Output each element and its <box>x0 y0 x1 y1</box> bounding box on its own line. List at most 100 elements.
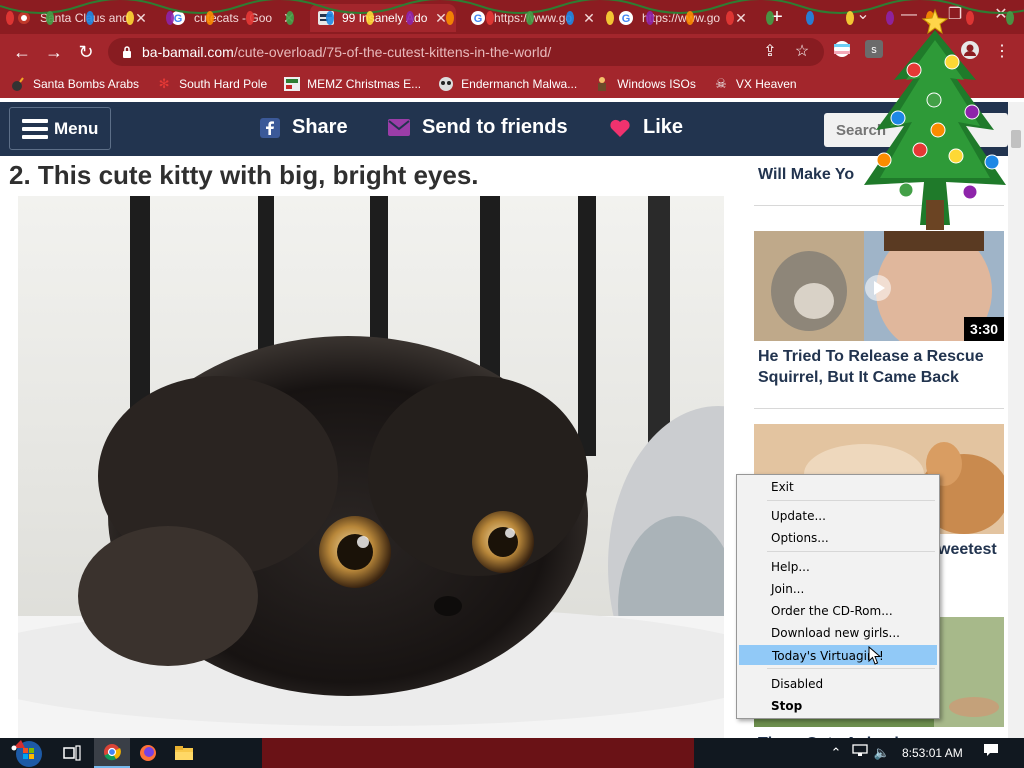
tab-title: Santa Claus and <box>40 11 128 25</box>
windows-start-orb-icon <box>11 740 42 767</box>
bookmark-vx-heaven[interactable]: ☠ VX Heaven <box>713 76 797 92</box>
article-heading: 2. This cute kitty with big, bright eyes… <box>9 160 479 190</box>
tab-google-2[interactable]: G https://www.go ✕ <box>610 4 756 32</box>
send-to-friends-button[interactable]: Send to friends <box>388 116 568 139</box>
menu-separator <box>767 551 935 552</box>
bookmark-south-hard-pole[interactable]: ✻ South Hard Pole <box>156 76 268 92</box>
site-favicon <box>318 10 334 26</box>
google-icon: G <box>618 10 634 26</box>
address-bar[interactable]: ba-bamail.com/cute-overload/75-of-the-cu… <box>108 38 824 66</box>
hamburger-icon <box>22 118 48 139</box>
profile-avatar-icon[interactable] <box>958 40 982 64</box>
bookmark-label: South Hard Pole <box>179 77 268 91</box>
minimize-button[interactable]: — <box>886 0 932 30</box>
svg-text:G: G <box>174 13 183 25</box>
sidebar-title-fragment[interactable]: weetest <box>938 539 997 560</box>
site-menu-button[interactable]: Menu <box>9 107 111 150</box>
chrome-taskbar-icon[interactable] <box>94 738 130 768</box>
bookmark-endermanch[interactable]: Endermanch Malwa... <box>438 76 577 92</box>
video-title-line1[interactable]: He Tried To Release a Rescue <box>758 346 984 367</box>
taskbar-clock[interactable]: 8:53:01 AM <box>902 738 963 768</box>
virtuagirl-context-menu: Exit Update... Options... Help... Join..… <box>736 474 940 719</box>
close-icon[interactable]: ✕ <box>282 10 296 27</box>
bookmarks-bar: Santa Bombs Arabs ✻ South Hard Pole MEMZ … <box>0 70 1024 98</box>
bookmark-windows-isos[interactable]: Windows ISOs <box>594 76 696 92</box>
facebook-icon <box>260 117 280 138</box>
share-button[interactable]: Share <box>260 116 348 139</box>
extension-flag-icon[interactable] <box>830 40 854 64</box>
tab-active-kittens[interactable]: 99 Insanely Ado ✕ <box>310 4 456 32</box>
file-explorer-icon[interactable] <box>166 738 202 768</box>
menu-item-stop[interactable]: Stop <box>739 696 937 716</box>
menu-item-disabled[interactable]: Disabled <box>739 674 937 694</box>
kitten-photo <box>18 196 724 738</box>
light-bulb <box>806 11 814 25</box>
close-icon[interactable]: ✕ <box>582 10 596 27</box>
close-icon[interactable]: ✕ <box>434 10 448 27</box>
close-window-button[interactable]: ✕ <box>978 0 1024 30</box>
tab-title: cutecats - Goo <box>194 11 273 25</box>
network-icon[interactable] <box>850 738 870 768</box>
video-duration: 3:30 <box>963 317 1004 341</box>
sidebar-video-thumbnail[interactable]: 3:30 <box>754 231 1004 341</box>
bomb-icon <box>10 76 26 92</box>
menu-item-join[interactable]: Join... <box>739 579 937 599</box>
close-icon[interactable]: ✕ <box>134 10 148 27</box>
menu-item-order-cd[interactable]: Order the CD-Rom... <box>739 601 937 621</box>
ornament-ball <box>962 184 978 200</box>
menu-item-exit[interactable]: Exit <box>739 477 937 497</box>
new-tab-button[interactable]: + <box>766 6 788 28</box>
browser-tab-strip: Santa Claus and ✕ G cutecats - Goo ✕ 99 … <box>0 0 1024 34</box>
menu-item-options[interactable]: Options... <box>739 528 937 548</box>
browser-menu-icon[interactable]: ⋮ <box>990 40 1014 64</box>
firefox-taskbar-icon[interactable] <box>130 738 166 768</box>
tab-search-chevron-icon[interactable]: ⌄ <box>840 0 886 30</box>
memz-icon <box>284 76 301 92</box>
envelope-icon <box>388 119 410 136</box>
taskbar-background-strip <box>262 738 694 768</box>
tab-cutecats[interactable]: G cutecats - Goo ✕ <box>162 4 304 32</box>
task-view-icon[interactable] <box>54 738 90 768</box>
back-button[interactable]: ← <box>8 38 36 66</box>
maximize-button[interactable]: ❐ <box>932 0 978 30</box>
svg-text:G: G <box>474 13 483 25</box>
sidebar-article-title[interactable]: Will Make Yo <box>758 164 854 185</box>
page-scrollbar[interactable] <box>1008 102 1024 738</box>
sidebar-divider <box>754 408 1004 409</box>
menu-item-todays-virtuagirl[interactable]: Today's Virtuagirl ! <box>739 645 937 665</box>
lock-icon <box>122 45 132 59</box>
close-icon[interactable]: ✕ <box>734 10 748 27</box>
svg-text:s: s <box>871 44 877 56</box>
like-button[interactable]: Like <box>609 116 683 139</box>
site-search-input[interactable] <box>824 113 1008 147</box>
panda-icon <box>438 76 454 92</box>
google-icon: G <box>170 10 186 26</box>
menu-item-help[interactable]: Help... <box>739 557 937 577</box>
video-title-line2[interactable]: Squirrel, But It Came Back <box>758 367 959 388</box>
menu-item-update[interactable]: Update... <box>739 506 937 526</box>
start-button[interactable] <box>6 738 46 768</box>
send-label: Send to friends <box>422 116 568 138</box>
bookmark-star-icon[interactable]: ☆ <box>790 40 814 64</box>
bookmark-label: Endermanch Malwa... <box>461 77 578 91</box>
menu-separator <box>767 500 935 501</box>
reload-button[interactable]: ↻ <box>72 38 100 66</box>
tab-santa-claus[interactable]: Santa Claus and ✕ <box>8 4 156 32</box>
windows-taskbar: ⌃ 🔈 8:53:01 AM <box>0 738 1024 768</box>
bookmark-label: VX Heaven <box>735 77 797 91</box>
heart-icon <box>610 119 630 137</box>
scrollbar-thumb[interactable] <box>1011 130 1021 148</box>
bookmark-memz[interactable]: MEMZ Christmas E... <box>284 76 421 92</box>
bookmark-santa-bombs[interactable]: Santa Bombs Arabs <box>10 76 139 92</box>
extension-s-icon[interactable]: s <box>862 40 886 64</box>
figure-icon <box>594 76 610 92</box>
snowflake-icon: ✻ <box>158 76 170 91</box>
share-page-icon[interactable]: ⇪ <box>758 40 782 64</box>
bookmark-label: Santa Bombs Arabs <box>33 77 140 91</box>
tab-google-1[interactable]: G https://www.go ✕ <box>462 4 604 32</box>
menu-item-download[interactable]: Download new girls... <box>739 623 937 643</box>
forward-button[interactable]: → <box>40 38 68 66</box>
action-center-icon[interactable] <box>980 738 1002 768</box>
volume-icon[interactable]: 🔈 <box>872 738 892 768</box>
tray-chevron-up-icon[interactable]: ⌃ <box>826 738 846 768</box>
